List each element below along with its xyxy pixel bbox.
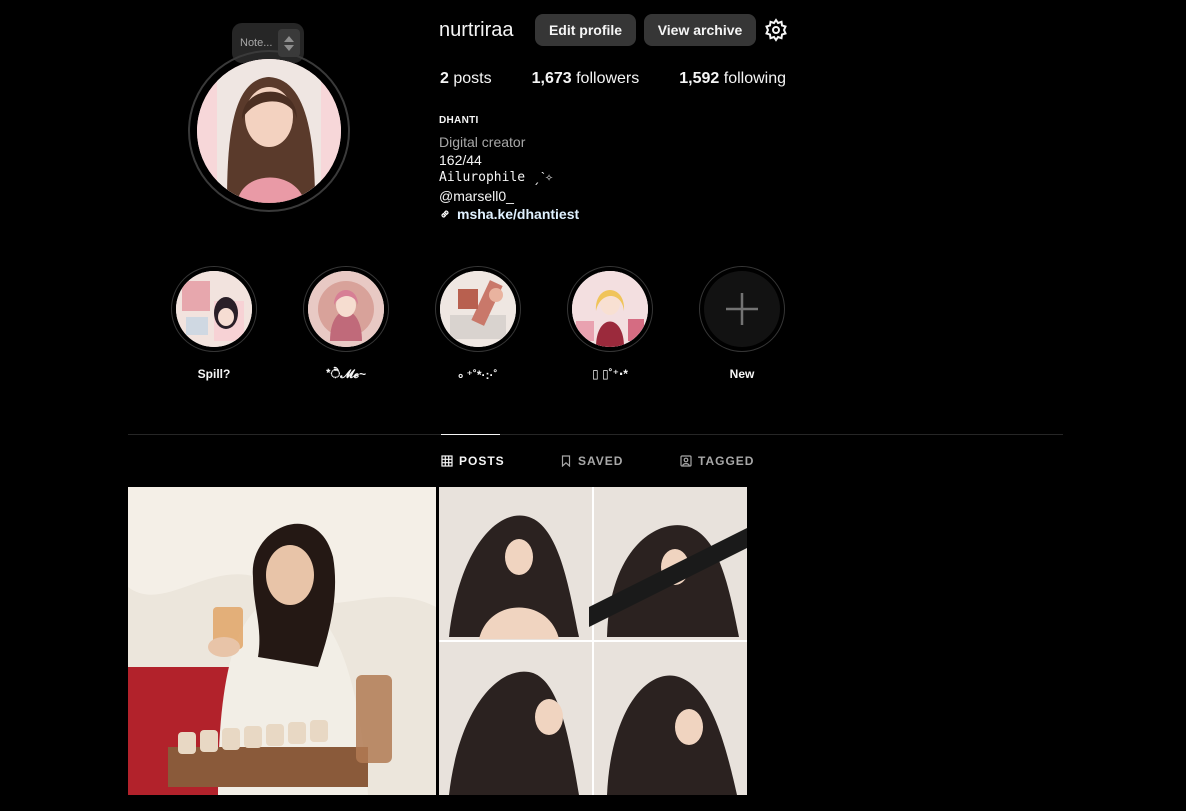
active-tab-indicator (441, 434, 500, 435)
new-highlight-button[interactable]: New (699, 266, 785, 381)
posts-stat: 2 posts (440, 70, 492, 88)
grid-icon (441, 455, 453, 467)
note-text: Note... (240, 37, 273, 49)
highlight-cover (440, 271, 516, 347)
highlight-item[interactable]: ৹ ⁺˚*·:·˚ (435, 266, 521, 387)
highlight-label: ৹ ⁺˚*·:·˚ (458, 368, 498, 382)
profile-bio: DHANTI Digital creator 162/44 Ailurophil… (439, 112, 579, 223)
highlight-ring (171, 266, 257, 352)
highlight-cover (704, 271, 780, 347)
link-icon (441, 210, 449, 218)
chevron-up-icon (284, 35, 295, 42)
tab-tagged[interactable]: TAGGED (680, 454, 754, 468)
tag-user-icon (680, 455, 692, 467)
highlight-ring (303, 266, 389, 352)
bio-line: Ailurophile ˏˋ✧ (439, 170, 553, 185)
highlight-item[interactable]: *ੈ𝓜𝓮~ (303, 266, 389, 382)
posts-label: posts (453, 70, 492, 87)
following-count: 1,592 (679, 70, 720, 87)
profile-username: nurtriraa (439, 19, 514, 41)
bookmark-icon (561, 455, 571, 467)
tab-saved-label: SAVED (578, 454, 624, 468)
followers-label: followers (576, 70, 640, 87)
highlight-label: New (729, 367, 755, 381)
highlight-ring (699, 266, 785, 352)
bio-name: DHANTI (439, 115, 479, 126)
highlight-item[interactable]: Spill? (171, 266, 257, 381)
profile-stats: 2 posts 1,673 followers 1,592 following (440, 70, 826, 88)
post-thumbnail[interactable] (439, 487, 747, 795)
tab-posts-label: POSTS (459, 454, 505, 468)
plus-icon (726, 293, 758, 325)
edit-profile-button[interactable]: Edit profile (535, 14, 636, 46)
highlight-ring (435, 266, 521, 352)
followers-link[interactable]: 1,673 followers (532, 70, 640, 88)
bio-line: 162/44 (439, 152, 482, 168)
highlight-cover (308, 271, 384, 347)
bio-mention[interactable]: @marsell0_ (439, 187, 579, 205)
followers-count: 1,673 (531, 70, 572, 87)
posts-count: 2 (440, 70, 449, 87)
tab-tagged-label: TAGGED (698, 454, 755, 468)
tab-posts[interactable]: POSTS (441, 454, 505, 468)
bio-link[interactable]: msha.ke/dhantiest (439, 205, 579, 223)
highlight-label: Spill? (197, 367, 231, 381)
gear-icon[interactable] (764, 18, 788, 42)
following-label: following (723, 70, 787, 87)
view-archive-button[interactable]: View archive (644, 14, 756, 46)
highlight-cover (572, 271, 648, 347)
highlight-cover (176, 271, 252, 347)
highlight-ring (567, 266, 653, 352)
highlight-label: ▯ ▯˚⁺‧* (592, 367, 628, 381)
bio-link-text: msha.ke/dhantiest (457, 206, 580, 222)
bio-category: Digital creator (439, 134, 526, 150)
post-thumbnail[interactable] (128, 487, 436, 795)
highlight-label: *ੈ𝓜𝓮~ (325, 367, 366, 381)
tab-saved[interactable]: SAVED (560, 454, 623, 468)
tabs-divider (128, 434, 1063, 435)
following-link[interactable]: 1,592 following (679, 70, 786, 88)
profile-avatar[interactable] (188, 50, 350, 212)
avatar-image (197, 59, 341, 203)
highlight-item[interactable]: ▯ ▯˚⁺‧* (567, 266, 653, 381)
